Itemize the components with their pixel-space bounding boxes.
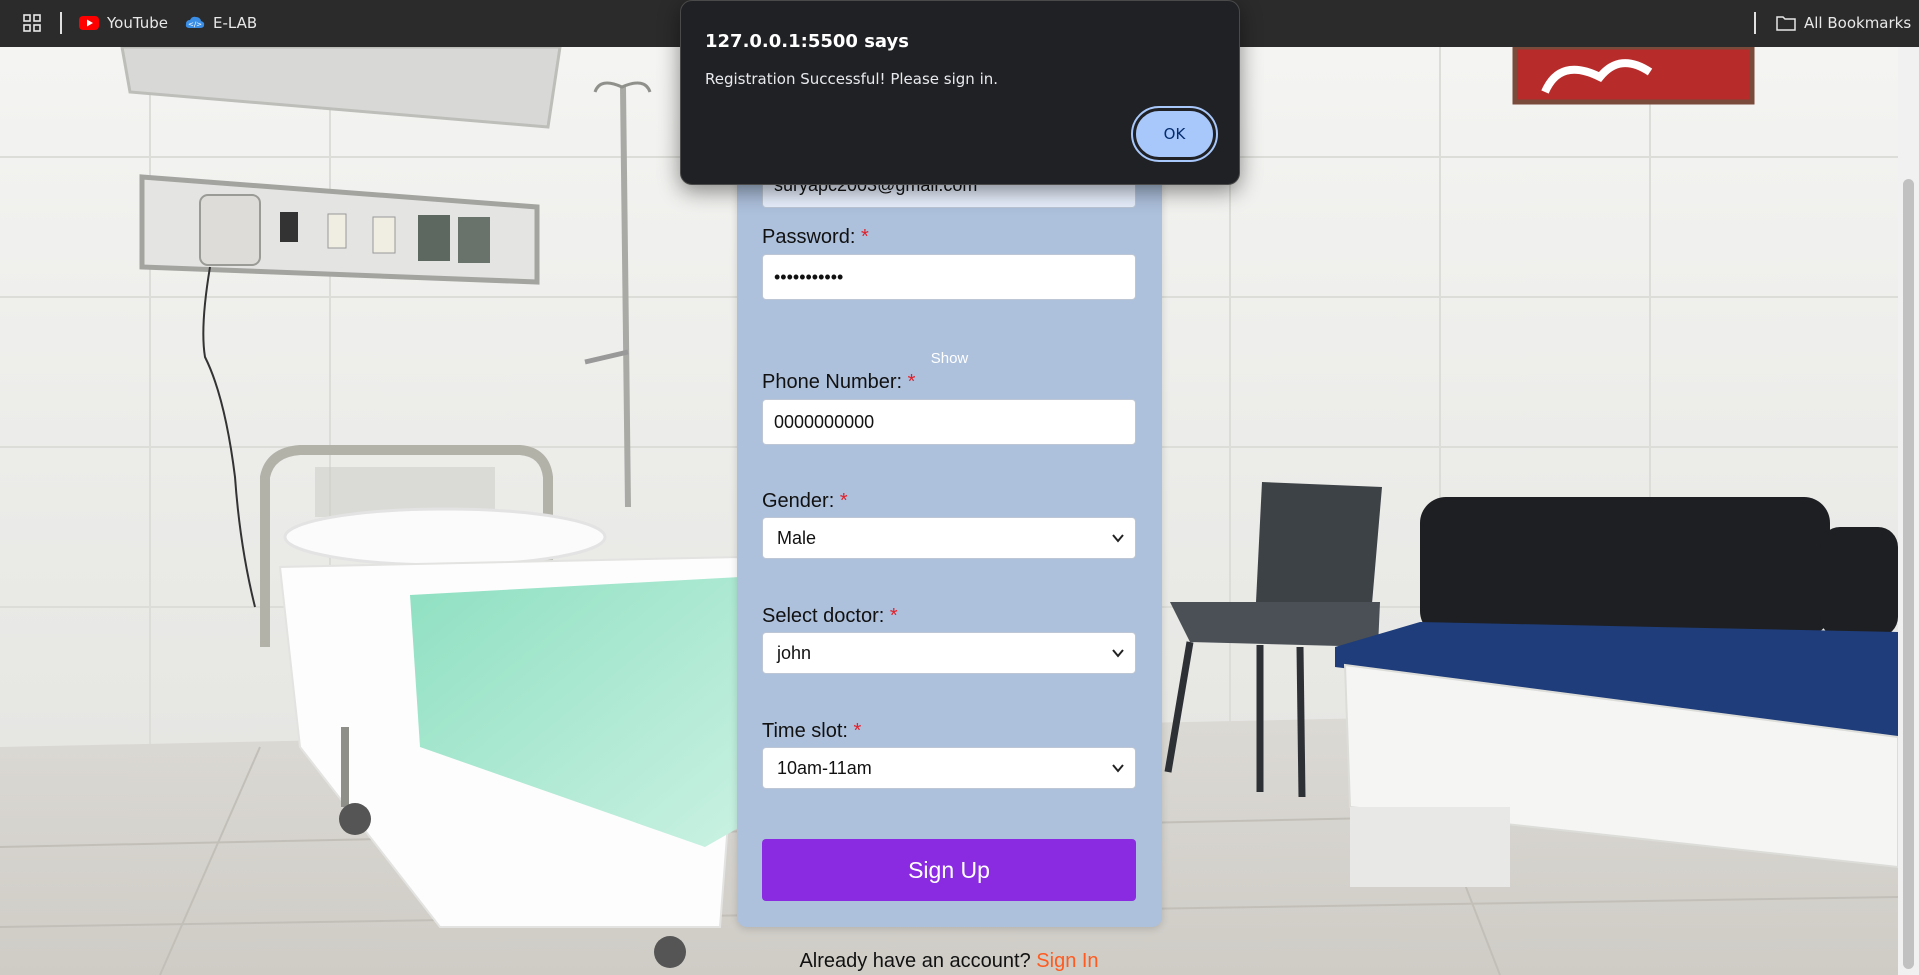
elab-icon: </> [185, 16, 205, 29]
doctor-label: Select doctor: * [762, 605, 898, 627]
required-marker: * [889, 605, 898, 627]
required-marker: * [860, 226, 869, 248]
all-bookmarks-label: All Bookmarks [1804, 14, 1912, 32]
show-password-toggle[interactable]: Show [737, 350, 1162, 367]
required-marker: * [839, 490, 848, 512]
timeslot-label: Time slot: * [762, 720, 862, 742]
required-marker: * [907, 371, 916, 393]
apps-grid-icon[interactable] [22, 13, 42, 33]
password-label: Password: * [762, 226, 869, 248]
gender-label: Gender: * [762, 490, 848, 512]
bookmark-youtube[interactable]: YouTube [79, 12, 168, 34]
phone-label: Phone Number: * [762, 371, 916, 393]
bookmark-label: E-LAB [213, 14, 258, 32]
timeslot-select[interactable]: 10am-11am [762, 747, 1136, 789]
phone-field[interactable] [762, 399, 1136, 445]
gender-select[interactable]: Male [762, 517, 1136, 559]
registration-form: Password: * Show Phone Number: * Gender:… [737, 150, 1162, 927]
ok-button[interactable]: OK [1131, 106, 1218, 162]
doctor-selected-value: john [777, 642, 812, 663]
svg-text:</>: </> [188, 21, 202, 29]
gender-selected-value: Male [777, 527, 817, 548]
folder-icon [1776, 16, 1796, 31]
doctor-select[interactable]: john [762, 632, 1136, 674]
password-field[interactable] [762, 254, 1136, 300]
alert-message: Registration Successful! Please sign in. [705, 70, 999, 88]
scrollbar-thumb[interactable] [1903, 179, 1914, 969]
signin-prompt-text: Already have an account? [799, 950, 1031, 972]
bookmark-elab[interactable]: </> E-LAB [185, 12, 257, 34]
required-marker: * [853, 720, 862, 742]
chevron-down-icon [1112, 764, 1124, 773]
bookmarks-divider [60, 12, 62, 34]
signin-link[interactable]: Sign In [1036, 950, 1098, 972]
alert-title: 127.0.0.1:5500 says [705, 31, 909, 52]
bookmarks-divider [1754, 12, 1756, 34]
page-scrollbar[interactable] [1898, 47, 1919, 975]
signin-prompt: Already have an account? Sign In [0, 950, 1898, 973]
alert-dialog: 127.0.0.1:5500 says Registration Success… [680, 0, 1240, 185]
bookmark-label: YouTube [107, 14, 168, 32]
timeslot-selected-value: 10am-11am [777, 757, 872, 778]
all-bookmarks-button[interactable]: All Bookmarks [1776, 12, 1911, 34]
youtube-icon [79, 16, 99, 30]
chevron-down-icon [1112, 534, 1124, 543]
signup-button[interactable]: Sign Up [762, 839, 1136, 901]
chevron-down-icon [1112, 649, 1124, 658]
